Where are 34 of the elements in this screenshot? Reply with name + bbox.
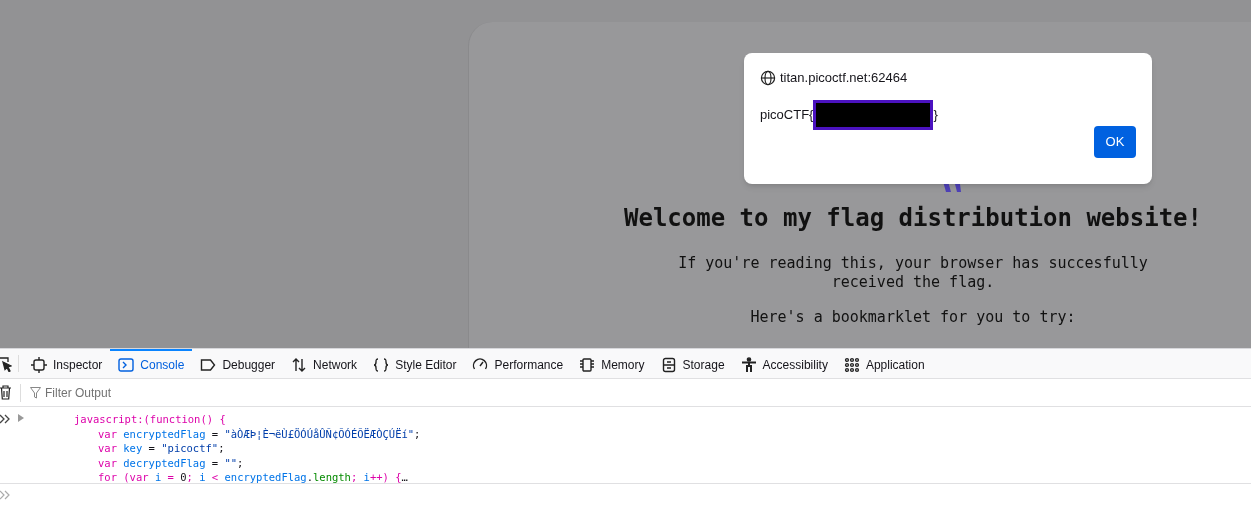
devtools-tab[interactable]: Application [835, 349, 933, 378]
filter-field[interactable]: Filter Output [45, 383, 245, 402]
alert-message: } [933, 105, 938, 124]
picker-icon[interactable] [0, 355, 12, 372]
devtools-tab[interactable]: Style Editor [365, 349, 465, 378]
devtools-tab[interactable]: Storage [652, 349, 733, 378]
trash-icon[interactable] [0, 385, 11, 400]
page-heading: Welcome to my flag distribution website! [624, 203, 1202, 234]
alert-origin: titan.picoctf.net:62464 [780, 69, 908, 87]
chevrons-icon [0, 414, 10, 424]
devtools-tab[interactable]: Network [283, 349, 366, 378]
console-icon [118, 356, 135, 373]
frame-icon [31, 356, 47, 373]
person-icon [740, 356, 757, 373]
tag-icon [200, 356, 217, 373]
console-message: javascript:(function() { var encryptedFlag = "àÒÆÞ¦È¬ëÙ£ÖÓÚåÛÑ¢ÕÓÉÕËÆÒÇÚËí"; var key = "picoctf"; var decryptedFlag = ""; for (var i = 0; i < encryptedFlag.length; i++) {… [74, 412, 421, 483]
grid-icon [843, 356, 860, 373]
globe-icon [760, 69, 776, 86]
chip-icon [579, 356, 596, 373]
devtools-tab[interactable]: Performance [464, 349, 572, 378]
devtools-tab[interactable]: Accessibility [732, 349, 836, 378]
devtools-tab[interactable]: Debugger [192, 349, 284, 378]
prompt-icon [0, 490, 10, 500]
page-paragraph: Here's a bookmarklet for you to try: [749, 308, 1077, 327]
alert-message: picoCTF{ [760, 105, 814, 124]
braces-icon [373, 356, 390, 373]
devtools-tab[interactable]: Memory [571, 349, 653, 378]
arrows-icon [291, 356, 308, 373]
expand-arrow-icon[interactable] [18, 414, 24, 422]
filter-icon [30, 386, 41, 399]
ok-button[interactable]: OK [1094, 125, 1136, 158]
devtools-tab[interactable]: Inspector [23, 349, 111, 378]
page-paragraph: If you're reading this, your browser has succesfully received the flag. [677, 254, 1149, 292]
cabinet-icon [660, 356, 677, 373]
